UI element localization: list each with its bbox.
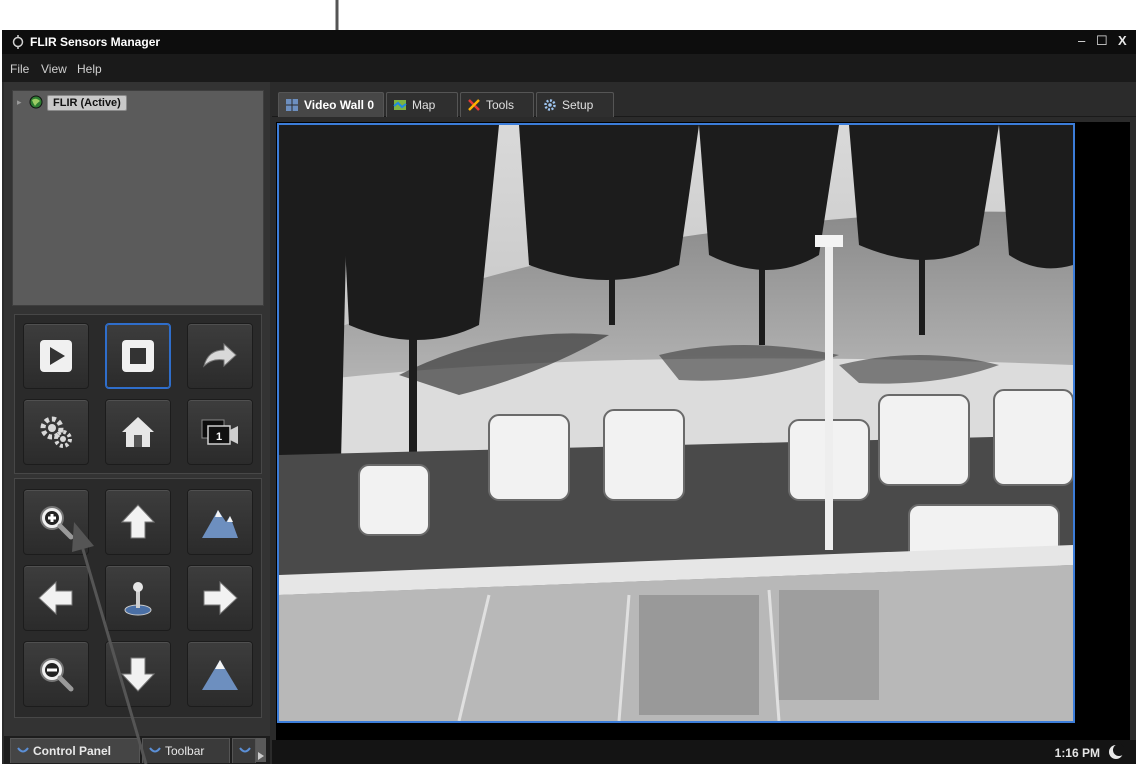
- settings-button[interactable]: [23, 399, 89, 465]
- toolbar-icon: [149, 747, 161, 753]
- globe-icon: [29, 95, 43, 109]
- tilt-up-icon: [120, 504, 156, 539]
- focus-near-button[interactable]: [187, 641, 253, 707]
- tilt-up-button[interactable]: [105, 489, 171, 555]
- zoom-in-button[interactable]: [23, 489, 89, 555]
- menu-view[interactable]: View: [41, 62, 67, 76]
- tab-toolbar-label: Toolbar: [165, 744, 205, 758]
- forward-arrow-icon: [203, 342, 237, 368]
- tab-video-wall[interactable]: Video Wall 0: [278, 92, 384, 117]
- camera-1-icon: 1: [201, 419, 238, 445]
- ptz-controls: [14, 478, 262, 718]
- left-panel-tabs: Control Panel Toolbar: [4, 736, 270, 764]
- panel-icon: [17, 747, 29, 753]
- camera-select-button[interactable]: 1: [187, 399, 253, 465]
- scroll-right-icon: [258, 752, 264, 760]
- main-area: Video Wall 0 Map Tools Setup 1:16 PM: [272, 82, 1136, 764]
- video-wall: [276, 122, 1130, 740]
- pan-left-button[interactable]: [23, 565, 89, 631]
- focus-far-button[interactable]: [187, 489, 253, 555]
- focus-far-icon: [202, 510, 238, 538]
- tab-control-panel[interactable]: Control Panel: [10, 738, 140, 763]
- tab-setup-label: Setup: [562, 98, 594, 112]
- pan-right-icon: [203, 580, 238, 616]
- tab-bar: Video Wall 0 Map Tools Setup: [272, 88, 1136, 117]
- tab-control-panel-label: Control Panel: [33, 744, 112, 758]
- app-window: FLIR Sensors Manager – ☐ X File View Hel…: [2, 30, 1136, 764]
- menu-file[interactable]: File: [10, 62, 29, 76]
- pan-right-button[interactable]: [187, 565, 253, 631]
- overflow-tab-icon: [239, 747, 251, 753]
- stop-icon: [122, 340, 154, 372]
- map-icon: [393, 100, 407, 110]
- zoom-out-button[interactable]: [23, 641, 89, 707]
- tilt-down-icon: [120, 657, 156, 692]
- tab-tools-label: Tools: [486, 98, 515, 112]
- forward-button[interactable]: [187, 323, 253, 389]
- play-icon: [40, 340, 72, 372]
- title-bar: FLIR Sensors Manager – ☐ X: [2, 30, 1136, 54]
- night-mode-icon[interactable]: [1108, 744, 1124, 760]
- svg-text:1: 1: [216, 431, 222, 443]
- zoom-in-icon: [40, 506, 74, 540]
- menu-bar: File View Help: [2, 54, 1136, 82]
- window-title: FLIR Sensors Manager: [30, 35, 161, 49]
- tilt-down-button[interactable]: [105, 641, 171, 707]
- tree-expand-icon[interactable]: ▸: [17, 97, 22, 108]
- stop-button[interactable]: [105, 323, 171, 389]
- status-bar: 1:16 PM: [272, 740, 1136, 764]
- pan-left-icon: [38, 580, 73, 616]
- tab-toolbar[interactable]: Toolbar: [142, 738, 230, 763]
- tab-map[interactable]: Map: [386, 92, 458, 117]
- minimize-button[interactable]: –: [1078, 33, 1085, 48]
- focus-near-icon: [202, 660, 238, 690]
- tab-scroll-arrow[interactable]: [256, 738, 266, 762]
- tree-item-flir[interactable]: FLIR (Active): [47, 95, 127, 111]
- play-button[interactable]: [23, 323, 89, 389]
- settings-gears-icon: [40, 416, 72, 448]
- menu-help[interactable]: Help: [77, 62, 102, 76]
- home-button[interactable]: [105, 399, 171, 465]
- left-panel: ▸ FLIR (Active) 1: [4, 82, 270, 764]
- tab-tools[interactable]: Tools: [460, 92, 534, 117]
- tab-overflow[interactable]: [232, 738, 256, 763]
- maximize-button[interactable]: ☐: [1096, 33, 1108, 49]
- close-button[interactable]: X: [1118, 33, 1127, 48]
- sensor-tree: ▸ FLIR (Active): [12, 90, 264, 306]
- camera-video-feed[interactable]: [277, 123, 1075, 723]
- tools-icon: [468, 99, 480, 111]
- home-icon: [122, 417, 154, 447]
- tab-map-label: Map: [412, 98, 436, 112]
- setup-icon: [544, 99, 556, 111]
- tab-video-wall-label: Video Wall 0: [304, 98, 375, 112]
- joystick-button[interactable]: [105, 565, 171, 631]
- zoom-out-icon: [40, 658, 74, 692]
- tab-setup[interactable]: Setup: [536, 92, 614, 117]
- joystick-icon: [124, 582, 152, 616]
- video-wall-icon: [286, 99, 298, 111]
- thermal-image: [279, 125, 1073, 721]
- playback-controls: 1: [14, 314, 262, 474]
- status-clock: 1:16 PM: [1054, 746, 1100, 760]
- app-icon: [12, 35, 24, 49]
